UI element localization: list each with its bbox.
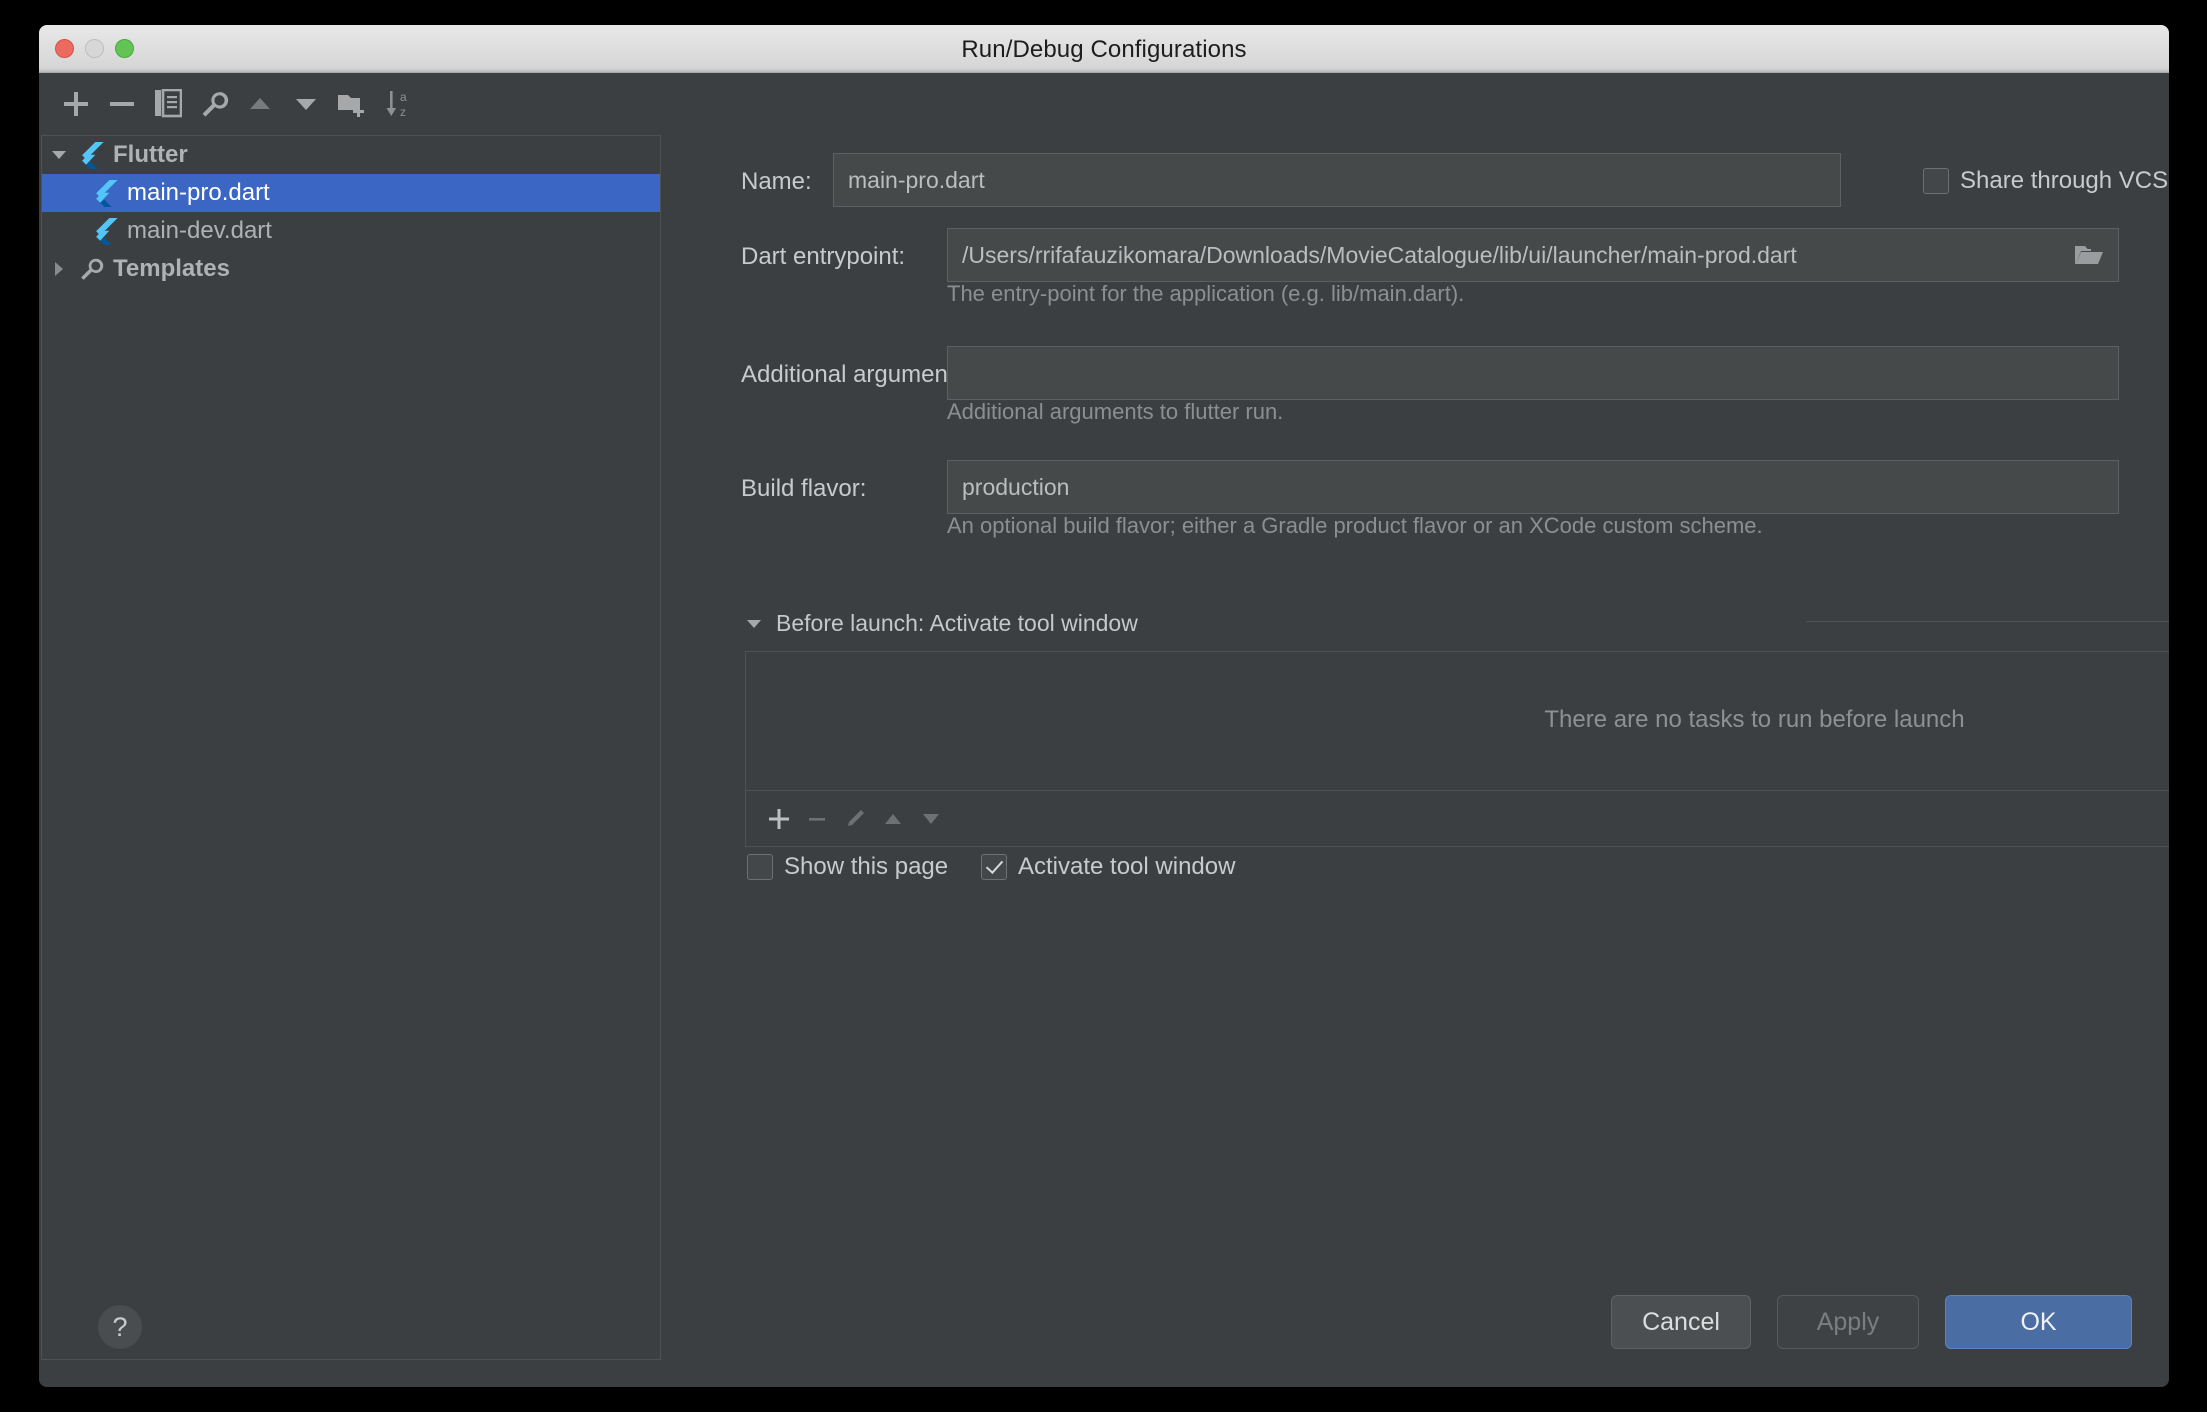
empty-task-message: There are no tasks to run before launch [1544, 706, 1965, 733]
copy-icon [155, 89, 182, 118]
build-flavor-hint: An optional build flavor; either a Gradl… [947, 513, 1763, 538]
triangle-down-icon[interactable] [745, 615, 763, 633]
tree-item-flutter[interactable]: Flutter [42, 136, 660, 174]
name-label: Name: [741, 168, 812, 195]
remove-task-button[interactable] [798, 800, 836, 838]
dart-entrypoint-value: /Users/rrifafauzikomara/Downloads/MovieC… [962, 241, 1797, 268]
before-launch-toolbar [745, 791, 2169, 847]
tree-item-main-pro-dart[interactable]: main-pro.dart [42, 174, 660, 212]
ok-button[interactable]: OK [1945, 1295, 2132, 1349]
run-debug-configurations-dialog: Run/Debug Configurations a z Flutter mai… [39, 25, 2169, 1387]
dart-entrypoint-input[interactable]: /Users/rrifafauzikomara/Downloads/MovieC… [947, 228, 2119, 282]
build-flavor-label: Build flavor: [741, 475, 867, 502]
sort-configurations-button[interactable]: a z [375, 81, 421, 127]
activate-tool-window-label: Activate tool window [1018, 853, 1236, 880]
edit-templates-button[interactable] [191, 81, 237, 127]
configurations-tree[interactable]: Flutter main-pro.dart main-dev.dart Temp… [41, 135, 661, 1360]
triangle-up-icon [250, 98, 270, 109]
title-bar: Run/Debug Configurations [39, 25, 2169, 73]
folder-add-icon [338, 95, 364, 117]
additional-arguments-label: Additional arguments: [741, 361, 974, 388]
move-task-up-button[interactable] [874, 800, 912, 838]
browse-entrypoint-button[interactable] [2072, 240, 2106, 270]
wrench-icon [76, 256, 106, 282]
expand-collapse-toggle[interactable] [42, 260, 76, 278]
configurations-toolbar: a z [39, 73, 487, 135]
build-flavor-input[interactable]: production [947, 460, 2119, 514]
dialog-body: a z Flutter main-pro.dart main-dev.dart … [39, 73, 2169, 1387]
activate-tool-window-checkbox[interactable]: Activate tool window [981, 853, 1235, 881]
additional-arguments-input[interactable] [947, 346, 2119, 400]
add-configuration-button[interactable] [53, 81, 99, 127]
tree-item-label: Templates [113, 255, 230, 282]
before-launch-header[interactable]: Before launch: Activate tool window [745, 610, 1138, 637]
name-input[interactable]: main-pro.dart [833, 153, 1841, 207]
triangle-right-icon [55, 262, 63, 276]
remove-configuration-button[interactable] [99, 81, 145, 127]
flutter-icon [90, 179, 120, 207]
tree-item-main-dev-dart[interactable]: main-dev.dart [42, 212, 660, 250]
show-this-page-checkbox[interactable]: Show this page [747, 853, 948, 881]
minus-icon [110, 102, 134, 106]
flutter-icon [90, 217, 120, 245]
dart-entrypoint-hint: The entry-point for the application (e.g… [947, 281, 1465, 306]
triangle-down-icon [296, 99, 316, 110]
plus-icon [64, 92, 88, 116]
tree-item-label: main-pro.dart [127, 179, 270, 206]
tree-item-label: main-dev.dart [127, 217, 272, 244]
copy-configuration-button[interactable] [145, 81, 191, 127]
tree-item-templates[interactable]: Templates [42, 250, 660, 288]
move-configuration-down-button[interactable] [283, 81, 329, 127]
minus-icon [809, 817, 825, 821]
share-through-vcs-label: Share through VCS [1960, 167, 2169, 194]
move-configuration-up-button[interactable] [237, 81, 283, 127]
share-through-vcs-checkbox[interactable]: Share through VCS [1923, 167, 2168, 195]
svg-text:z: z [400, 105, 406, 119]
before-launch-task-list[interactable]: There are no tasks to run before launch [745, 651, 2169, 791]
window-title: Run/Debug Configurations [961, 36, 1247, 63]
plus-icon [769, 808, 789, 829]
section-divider [1806, 621, 2169, 622]
flutter-icon [76, 141, 106, 169]
expand-collapse-toggle[interactable] [42, 146, 76, 164]
edit-task-button[interactable] [836, 800, 874, 838]
triangle-up-icon [885, 813, 901, 824]
open-folder-icon [2075, 246, 2103, 264]
pencil-icon [848, 809, 864, 826]
create-folder-button[interactable] [329, 81, 375, 127]
before-launch-title: Before launch: Activate tool window [776, 610, 1138, 636]
triangle-down-icon [52, 151, 66, 159]
additional-arguments-hint: Additional arguments to flutter run. [947, 399, 1284, 424]
cancel-button[interactable]: Cancel [1611, 1295, 1751, 1349]
checkbox-box[interactable] [1923, 168, 1949, 194]
configuration-form: Name: main-pro.dart Share through VCS Da… [661, 73, 2169, 1387]
screenshot-root: Run/Debug Configurations a z Flutter mai… [0, 0, 2207, 1412]
move-task-down-button[interactable] [912, 800, 950, 838]
tree-item-label: Flutter [113, 141, 188, 168]
sort-az-icon: a z [386, 90, 407, 119]
checkbox-box[interactable] [981, 854, 1007, 880]
svg-text:a: a [400, 90, 407, 104]
add-task-button[interactable] [760, 800, 798, 838]
triangle-down-icon [923, 813, 939, 824]
dart-entrypoint-label: Dart entrypoint: [741, 243, 906, 270]
help-button[interactable]: ? [98, 1305, 142, 1349]
checkbox-box[interactable] [747, 854, 773, 880]
wrench-icon [202, 92, 229, 117]
show-this-page-label: Show this page [784, 853, 949, 880]
apply-button[interactable]: Apply [1777, 1295, 1919, 1349]
